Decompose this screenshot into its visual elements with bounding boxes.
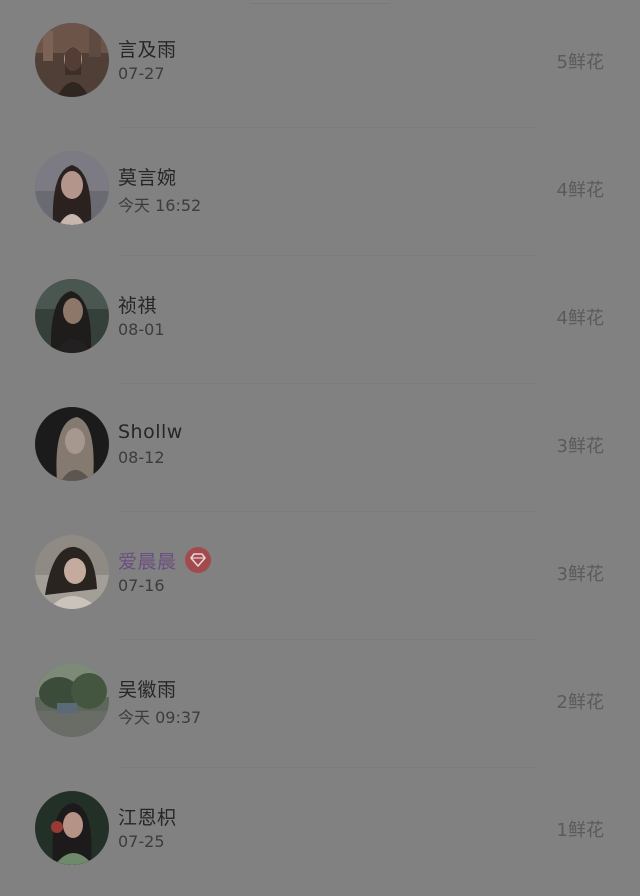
username[interactable]: 莫言婉 [118, 163, 177, 190]
flower-count: 5鲜花 [556, 52, 604, 73]
avatar[interactable] [35, 535, 109, 609]
username[interactable]: 言及雨 [118, 35, 177, 62]
username[interactable]: Shollw [118, 421, 183, 443]
avatar[interactable] [35, 151, 109, 225]
flower-count: 3鲜花 [556, 436, 604, 457]
flower-count: 4鲜花 [556, 180, 604, 201]
flower-count: 4鲜花 [556, 308, 604, 329]
timestamp: 今天 09:37 [118, 708, 202, 727]
timestamp: 07-25 [118, 832, 165, 851]
avatar[interactable] [35, 279, 109, 353]
list-item[interactable]: 爱晨晨 07-16 3鲜花 [0, 512, 640, 640]
flower-count: 2鲜花 [556, 692, 604, 713]
username[interactable]: 江恩枳 [118, 803, 177, 830]
username[interactable]: 吴徽雨 [118, 675, 177, 702]
avatar[interactable] [35, 23, 109, 97]
list-item[interactable]: 祯祺 08-01 4鲜花 [0, 256, 640, 384]
list-item[interactable]: Shollw 08-12 3鲜花 [0, 384, 640, 512]
list-item[interactable]: 吴徽雨 今天 09:37 2鲜花 [0, 640, 640, 768]
diamond-icon [184, 547, 211, 573]
list-item[interactable]: 江恩枳 07-25 1鲜花 [0, 768, 640, 896]
flower-ranking-list: 言及雨 07-27 5鲜花 莫言婉 今天 16:52 4鲜花 祯祺 08-01 … [0, 0, 640, 883]
avatar[interactable] [35, 663, 109, 737]
username[interactable]: 祯祺 [118, 291, 157, 318]
avatar[interactable] [35, 791, 109, 865]
username[interactable]: 爱晨晨 [118, 547, 177, 574]
list-item[interactable]: 言及雨 07-27 5鲜花 [0, 0, 640, 128]
avatar[interactable] [35, 407, 109, 481]
list-item[interactable]: 莫言婉 今天 16:52 4鲜花 [0, 128, 640, 256]
timestamp: 08-12 [118, 448, 165, 467]
timestamp: 08-01 [118, 320, 165, 339]
timestamp: 07-27 [118, 64, 165, 83]
flower-count: 3鲜花 [556, 564, 604, 585]
timestamp: 07-16 [118, 576, 165, 595]
timestamp: 今天 16:52 [118, 196, 202, 215]
flower-count: 1鲜花 [556, 820, 604, 841]
